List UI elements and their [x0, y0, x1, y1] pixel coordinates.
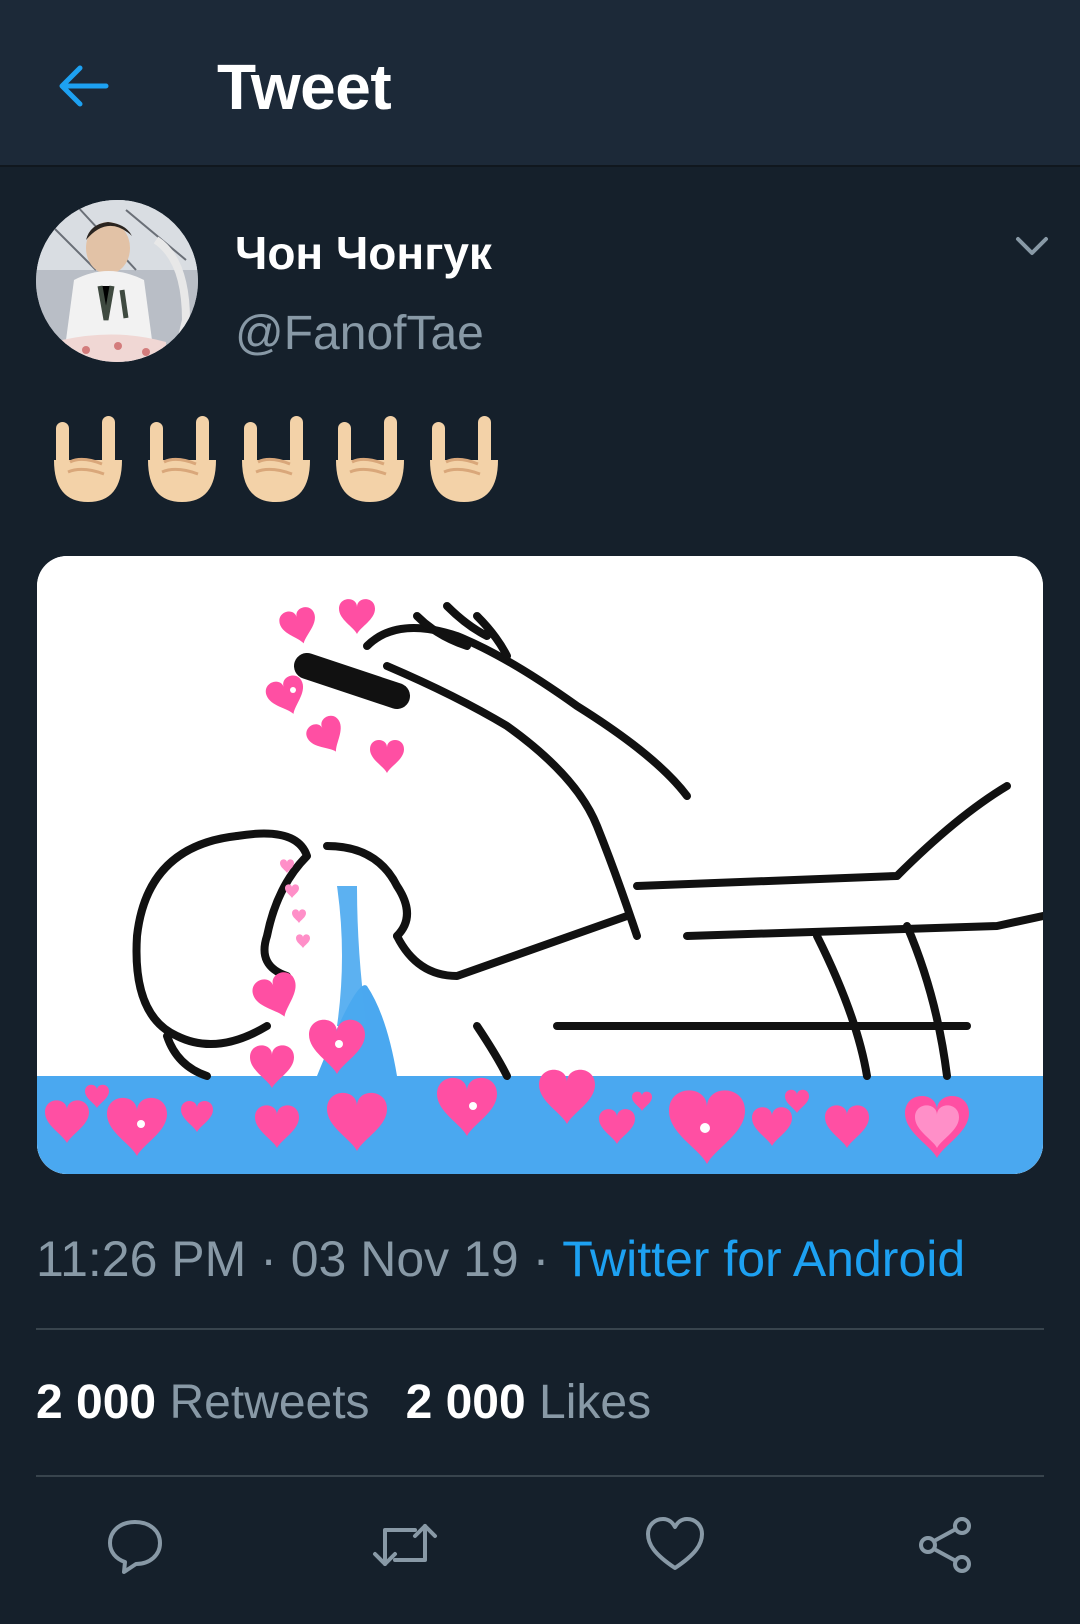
divider: [36, 1328, 1044, 1330]
back-button[interactable]: [52, 54, 116, 118]
reply-button[interactable]: [100, 1510, 170, 1580]
separator: ·: [518, 1231, 563, 1287]
sign-of-horns-icon: [430, 416, 498, 502]
likes-stat[interactable]: 2 000 Likes: [406, 1376, 652, 1429]
separator: ·: [246, 1231, 291, 1287]
chevron-down-icon: [1016, 237, 1048, 255]
tweet-text: [48, 412, 504, 508]
sign-of-horns-icon: [336, 416, 404, 502]
arrow-left-icon: [59, 65, 109, 107]
divider: [36, 1475, 1044, 1477]
author-name[interactable]: Чон Чонгук: [235, 226, 492, 280]
tweet-timestamp: 11:26 PM · 03 Nov 19 · Twitter for Andro…: [36, 1230, 965, 1288]
tweet-time: 11:26 PM: [36, 1231, 247, 1287]
retweets-stat[interactable]: 2 000 Retweets: [36, 1376, 370, 1429]
avatar[interactable]: [36, 200, 198, 362]
share-icon: [919, 1517, 971, 1573]
likes-count: 2 000: [405, 1376, 526, 1429]
page-title: Tweet: [217, 51, 392, 123]
likes-label: Likes: [539, 1376, 652, 1429]
sign-of-horns-icon: [54, 416, 122, 502]
retweets-count: 2 000: [36, 1376, 157, 1429]
user-avatar-photo: [36, 200, 198, 362]
meme-image-with-pink-hearts: [37, 556, 1043, 1174]
tweet-source-link[interactable]: Twitter for Android: [562, 1231, 965, 1287]
like-button[interactable]: [640, 1510, 710, 1580]
retweets-label: Retweets: [169, 1376, 370, 1429]
retweet-icon: [373, 1524, 437, 1566]
more-options-button[interactable]: [1010, 228, 1054, 264]
sign-of-horns-icon: [148, 416, 216, 502]
author-handle[interactable]: @FanofTae: [235, 306, 484, 361]
tweet-media-image[interactable]: [37, 556, 1043, 1174]
tweet-date: 03 Nov 19: [290, 1231, 519, 1287]
like-icon: [646, 1517, 704, 1570]
reply-icon: [108, 1520, 162, 1574]
retweet-button[interactable]: [370, 1510, 440, 1580]
action-bar: [0, 1510, 1080, 1580]
tweet-stats: 2 000 Retweets 2 000 Likes: [36, 1375, 651, 1430]
share-button[interactable]: [910, 1510, 980, 1580]
top-bar: Tweet: [0, 0, 1080, 167]
sign-of-horns-icon: [242, 416, 310, 502]
